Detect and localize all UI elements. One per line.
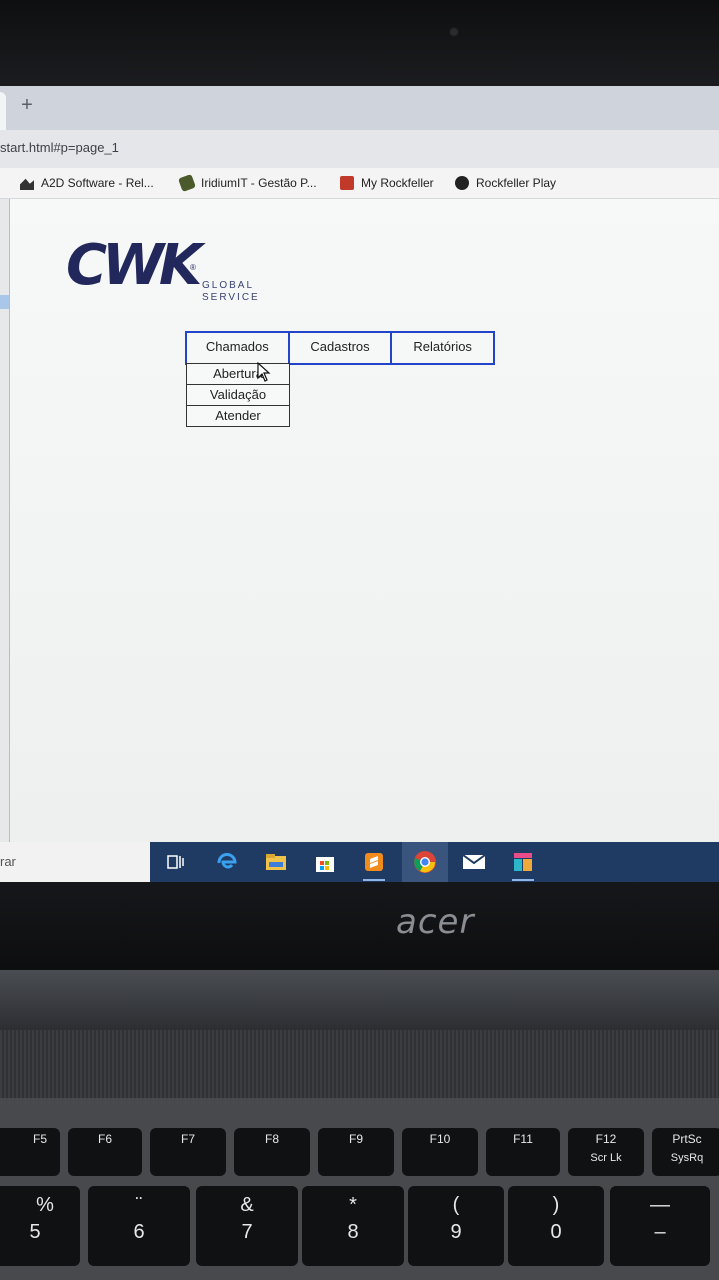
laptop-bezel-bottom: acer — [0, 882, 719, 970]
laptop-screen: + start.html#p=page_1 A2D Software - Rel… — [0, 86, 719, 882]
bookmark-iridium[interactable]: IridiumIT - Gestão P... — [178, 174, 317, 192]
photo-scene: + start.html#p=page_1 A2D Software - Rel… — [0, 0, 719, 1280]
chrome-icon[interactable] — [402, 842, 448, 882]
page-left-edge — [0, 199, 10, 842]
mail-icon[interactable] — [460, 848, 488, 876]
key-f7[interactable]: F7 — [150, 1128, 226, 1176]
key-f5[interactable]: F5 — [0, 1128, 60, 1176]
browser-tab-strip: + — [0, 86, 719, 130]
file-explorer-icon[interactable] — [262, 848, 290, 876]
taskbar-search-text: rar — [0, 854, 16, 869]
bookmark-label: IridiumIT - Gestão P... — [201, 176, 317, 190]
menu-relatorios[interactable]: Relatórios — [392, 333, 493, 363]
key-prtsc[interactable]: PrtSc SysRq — [652, 1128, 719, 1176]
bookmark-rockfeller-play[interactable]: Rockfeller Play — [455, 174, 556, 192]
sublime-icon[interactable] — [360, 848, 388, 881]
bookmark-label: A2D Software - Rel... — [41, 176, 154, 190]
key-9[interactable]: (9 — [408, 1186, 504, 1266]
key-f10[interactable]: F10 — [402, 1128, 478, 1176]
key-5[interactable]: % 5 — [0, 1186, 80, 1266]
play-icon — [455, 176, 469, 190]
main-menu: Chamados Cadastros Relatórios — [185, 331, 495, 365]
url-text: start.html#p=page_1 — [0, 140, 119, 155]
key-minus[interactable]: — – — [610, 1186, 710, 1266]
bookmark-label: Rockfeller Play — [476, 176, 557, 190]
keyboard-deck: F5 F6 F7 F8 F9 F10 F11 F12 Scr Lk PrtSc Sy… — [0, 1098, 719, 1280]
key-f11[interactable]: F11 — [486, 1128, 560, 1176]
speaker-grille — [0, 1030, 719, 1098]
registered-mark: ® — [190, 263, 196, 272]
submenu-atender[interactable]: Atender — [187, 405, 289, 426]
key-f9[interactable]: F9 — [318, 1128, 394, 1176]
key-f8[interactable]: F8 — [234, 1128, 310, 1176]
key-6[interactable]: ¨ 6 — [88, 1186, 190, 1266]
menu-chamados[interactable]: Chamados — [187, 333, 290, 363]
mouse-cursor-icon — [257, 362, 271, 382]
task-view-icon[interactable] — [162, 848, 190, 876]
logo-mark: CWK — [66, 233, 202, 298]
submenu-abertura[interactable]: Abertura — [187, 363, 289, 384]
bookmark-a2d[interactable]: A2D Software - Rel... — [20, 174, 154, 192]
browser-tab[interactable] — [0, 92, 6, 130]
iridium-icon — [178, 174, 196, 192]
rockfeller-icon — [340, 176, 354, 190]
key-8[interactable]: * 8 — [302, 1186, 404, 1266]
bookmark-label: My Rockfeller — [361, 176, 434, 190]
address-bar[interactable]: start.html#p=page_1 — [0, 130, 719, 168]
a2d-icon — [20, 178, 34, 190]
key-f12[interactable]: F12 Scr Lk — [568, 1128, 644, 1176]
windows-taskbar: rar — [0, 842, 719, 882]
bookmarks-bar: A2D Software - Rel... IridiumIT - Gestão… — [0, 168, 719, 199]
laptop-bezel-top — [0, 0, 719, 90]
submenu-validacao[interactable]: Validação — [187, 384, 289, 405]
brand-logo: acer — [396, 902, 475, 942]
scroll-indicator — [0, 295, 9, 309]
chamados-submenu: Abertura Validação Atender — [186, 363, 290, 427]
logo-tagline: GLOBAL SERVICE — [202, 280, 260, 304]
webcam — [449, 27, 459, 37]
logo-tagline-line1: GLOBAL — [202, 280, 255, 291]
store-icon[interactable] — [311, 848, 339, 876]
logo-tagline-line2: SERVICE — [202, 292, 260, 303]
key-0[interactable]: ) 0 — [508, 1186, 604, 1266]
bookmark-my-rockfeller[interactable]: My Rockfeller — [340, 174, 434, 192]
edge-icon[interactable] — [213, 848, 241, 876]
app-icon[interactable] — [509, 848, 537, 881]
menu-cadastros[interactable]: Cadastros — [290, 333, 393, 363]
key-f6[interactable]: F6 — [68, 1128, 142, 1176]
key-7[interactable]: & 7 — [196, 1186, 298, 1266]
laptop-hinge — [0, 970, 719, 1030]
taskbar-search[interactable]: rar — [0, 842, 150, 882]
new-tab-button[interactable]: + — [16, 94, 38, 116]
web-page: CWK ® GLOBAL SERVICE Chamados Cadastros … — [0, 199, 719, 842]
